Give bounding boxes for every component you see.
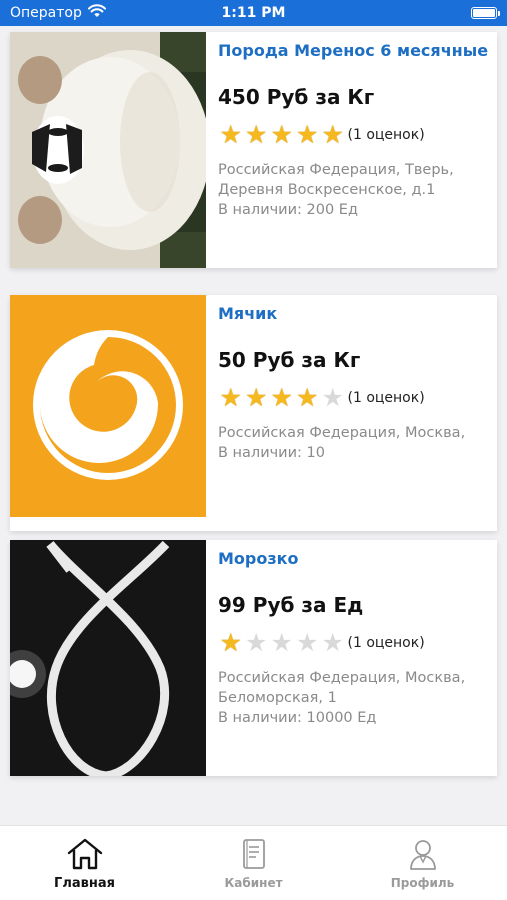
star-empty-icon: ★ — [296, 628, 319, 657]
star-empty-icon: ★ — [321, 628, 344, 657]
product-title[interactable]: Морозко — [218, 548, 487, 570]
tab-home[interactable]: Главная — [0, 826, 169, 900]
product-card[interactable]: Порода Меренос 6 месячные 450 Руб за Кг … — [10, 32, 497, 268]
tab-bar: Главная Кабинет Профиль — [0, 825, 507, 900]
product-title[interactable]: Порода Меренос 6 месячные — [218, 40, 488, 62]
tab-label: Главная — [54, 876, 115, 891]
product-price: 50 Руб за Кг — [218, 348, 361, 372]
product-image-swirl — [10, 295, 206, 531]
star-rating: ★ ★ ★ ★ ★ — [218, 630, 346, 656]
product-price: 450 Руб за Кг — [218, 85, 375, 109]
status-left: Оператор — [10, 4, 106, 22]
product-rating: ★ ★ ★ ★ ★ (1 оценок) — [218, 630, 487, 656]
star-filled-icon: ★ — [270, 120, 293, 149]
product-stock: В наличии: 200 Ед — [218, 202, 358, 218]
product-price: 99 Руб за Ед — [218, 593, 364, 617]
star-filled-icon: ★ — [245, 120, 268, 149]
star-filled-icon: ★ — [219, 628, 242, 657]
tab-label: Профиль — [390, 876, 455, 890]
star-filled-icon: ★ — [219, 120, 242, 149]
product-address: Российская Федерация, Москва, — [218, 425, 466, 441]
product-card[interactable]: Мячик 50 Руб за Кг ★ ★ ★ ★ ★ (1 оценок) Росс… — [10, 295, 497, 531]
product-list[interactable]: Порода Меренос 6 месячные 450 Руб за Кг … — [0, 26, 507, 825]
star-filled-icon: ★ — [245, 383, 268, 412]
home-icon — [65, 836, 105, 872]
product-title[interactable]: Мячик — [218, 303, 487, 325]
star-filled-icon: ★ — [296, 120, 319, 149]
product-address: Российская Федерация, Москва, Беломорска… — [218, 670, 466, 706]
star-rating: ★ ★ ★ ★ ★ — [218, 122, 346, 148]
star-filled-icon: ★ — [296, 383, 319, 412]
product-rating: ★ ★ ★ ★ ★ (1 оценок) — [218, 385, 487, 411]
tab-cabinet[interactable]: Кабинет — [169, 826, 338, 900]
product-stock: В наличии: 10 — [218, 445, 325, 461]
rating-count: (1 оценок) — [347, 635, 425, 651]
star-empty-icon: ★ — [321, 383, 344, 412]
document-icon — [234, 836, 274, 872]
product-info: Мячик 50 Руб за Кг ★ ★ ★ ★ ★ (1 оценок) Росс… — [206, 295, 497, 531]
rating-count: (1 оценок) — [347, 390, 425, 406]
product-image-fish — [10, 540, 206, 776]
star-rating: ★ ★ ★ ★ ★ — [218, 385, 346, 411]
battery-icon — [471, 7, 500, 19]
wifi-icon — [87, 4, 106, 22]
star-filled-icon: ★ — [321, 120, 344, 149]
status-bar: Оператор 1:11 PM — [0, 0, 507, 26]
carrier-name: Оператор — [10, 5, 82, 21]
star-empty-icon: ★ — [270, 628, 293, 657]
product-rating: ★ ★ ★ ★ ★ (1 оценок) — [218, 122, 488, 148]
star-filled-icon: ★ — [270, 383, 293, 412]
product-image-sheep — [10, 32, 206, 268]
product-address: Российская Федерация, Тверь, Деревня Вос… — [218, 162, 454, 198]
product-card[interactable]: Морозко 99 Руб за Ед ★ ★ ★ ★ ★ (1 оценок) Ро… — [10, 540, 497, 776]
product-info: Порода Меренос 6 месячные 450 Руб за Кг … — [206, 32, 498, 268]
product-stock: В наличии: 10000 Ед — [218, 710, 377, 726]
tab-label: Кабинет — [224, 876, 283, 890]
star-filled-icon: ★ — [219, 383, 242, 412]
product-info: Морозко 99 Руб за Ед ★ ★ ★ ★ ★ (1 оценок) Ро… — [206, 540, 497, 776]
user-icon — [403, 836, 443, 872]
tab-profile[interactable]: Профиль — [338, 826, 507, 900]
rating-count: (1 оценок) — [347, 127, 425, 143]
star-empty-icon: ★ — [245, 628, 268, 657]
